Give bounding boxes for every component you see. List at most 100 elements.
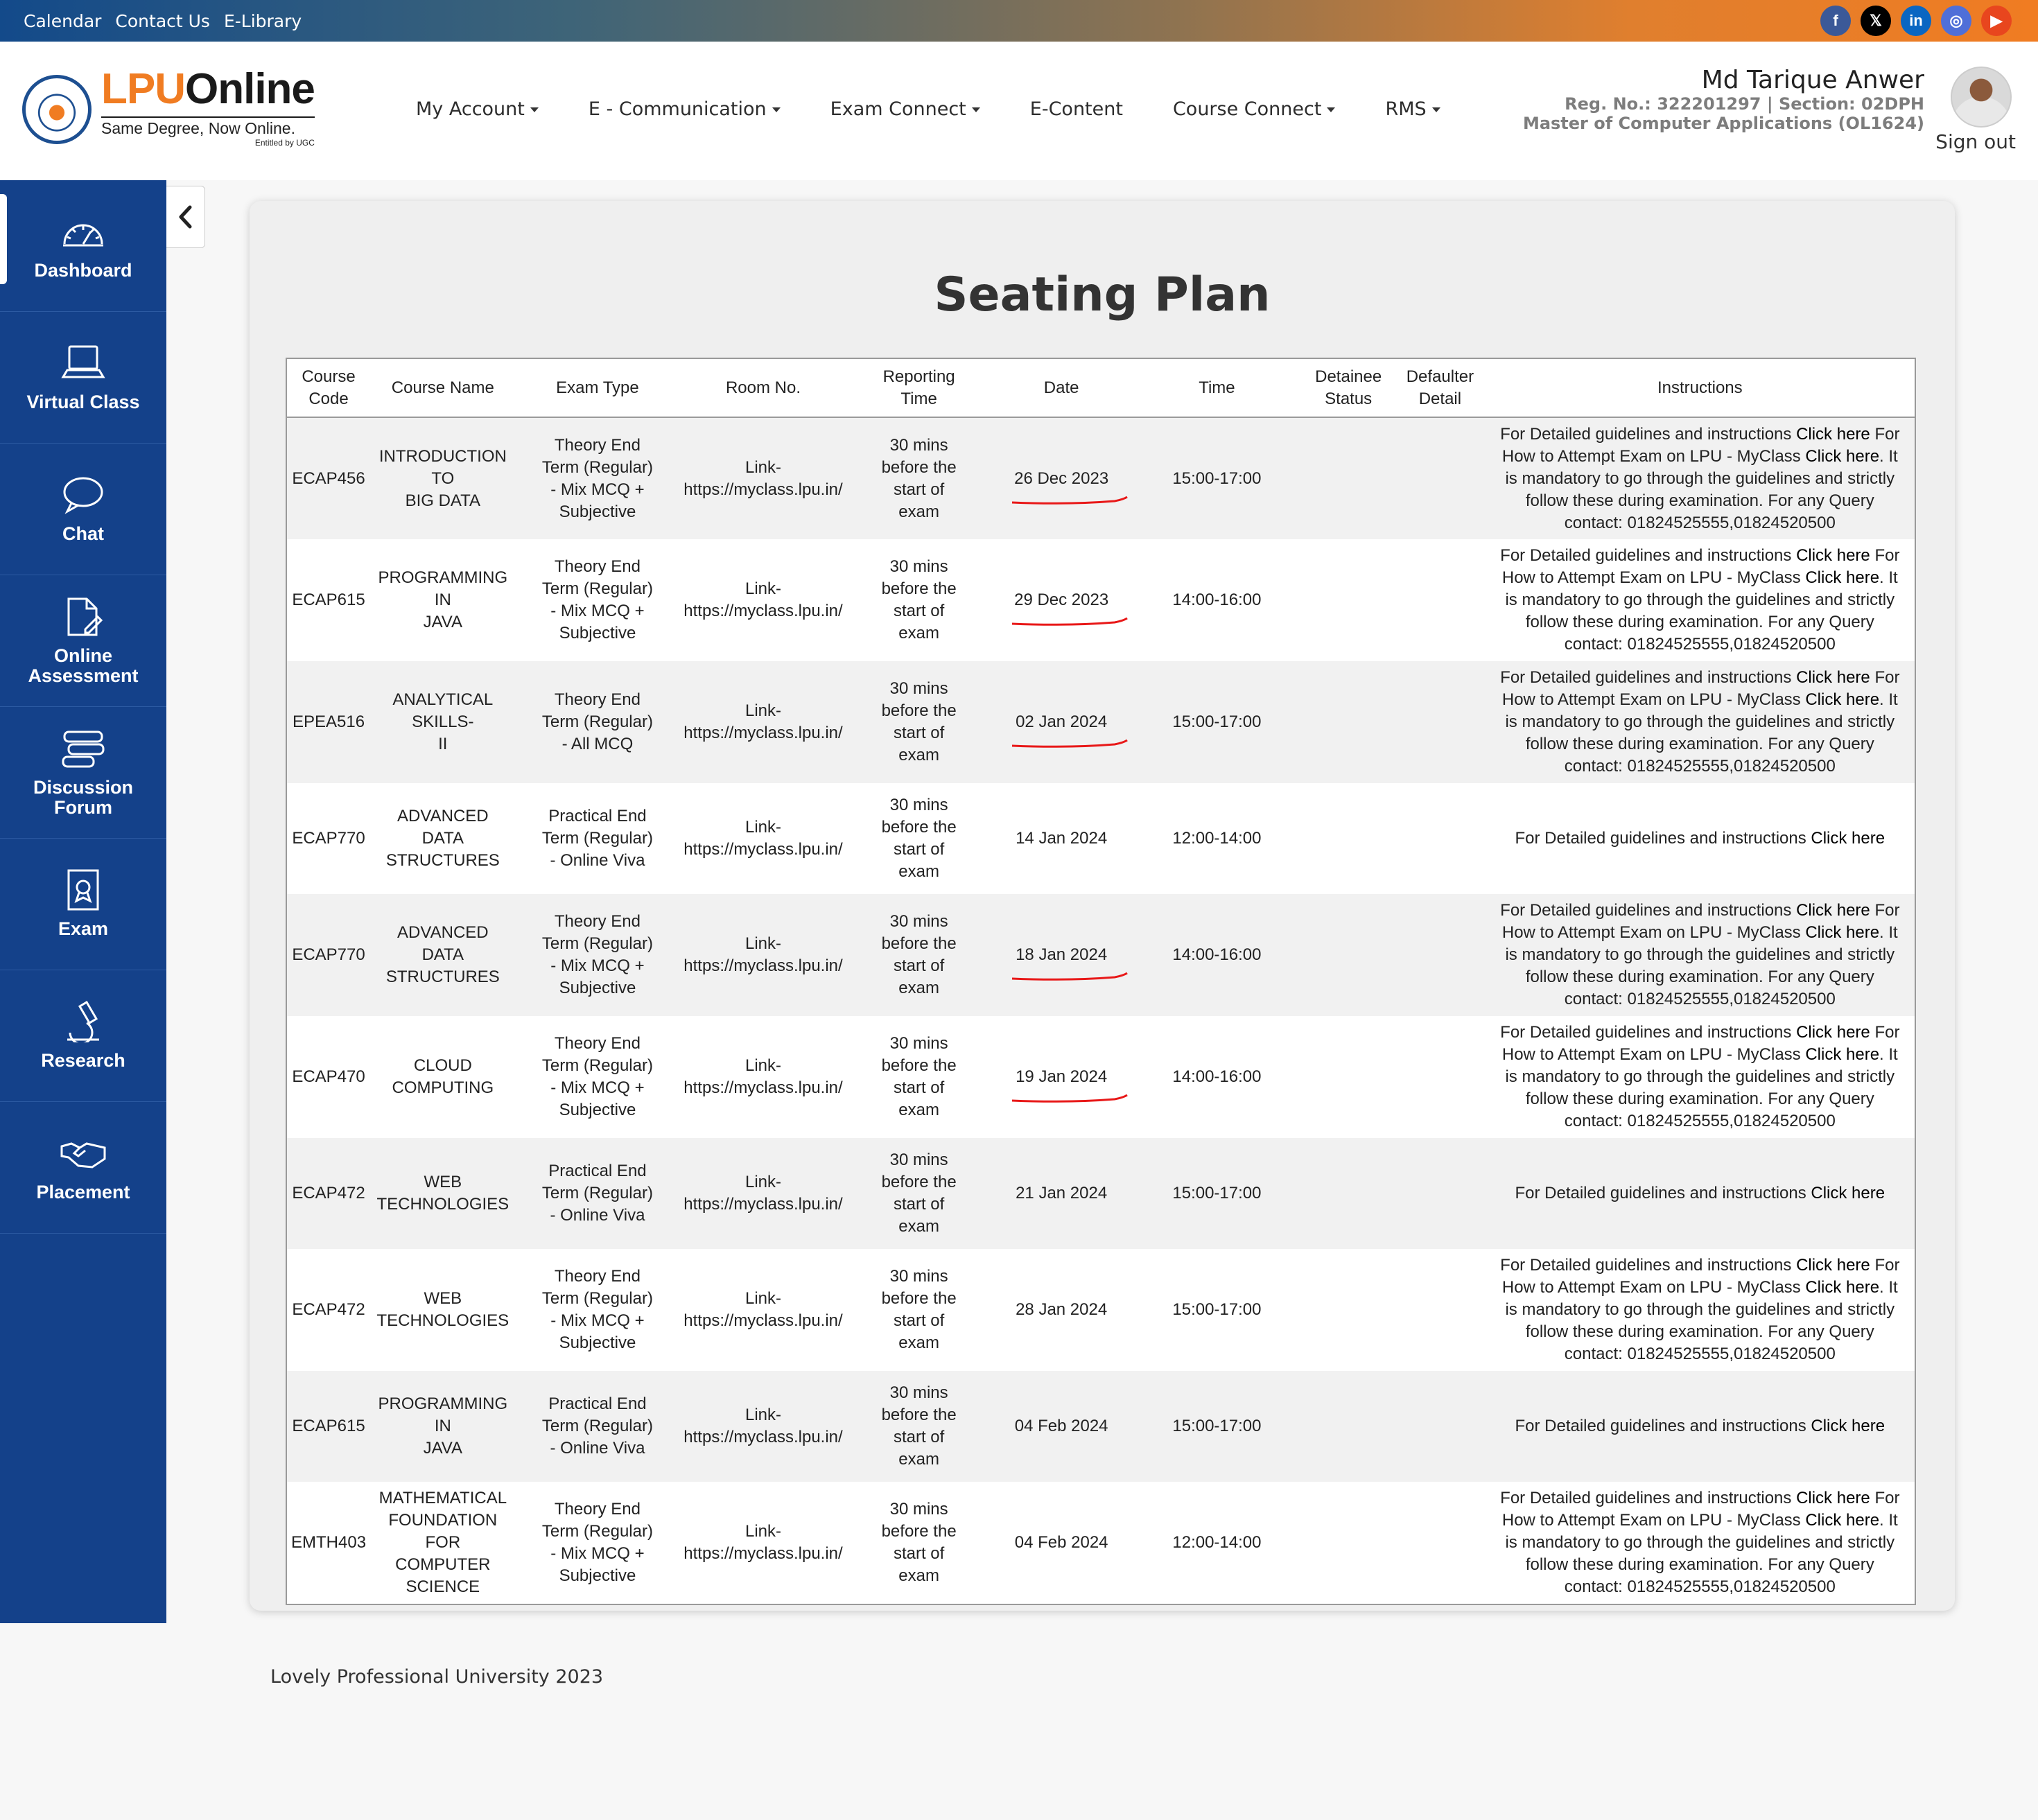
sidebar-item-placement[interactable]: Placement	[0, 1102, 166, 1234]
guidelines-click-here-link[interactable]: Click here	[1796, 546, 1870, 565]
user-name: Md Tarique Anwer	[1701, 66, 1924, 94]
nav-e-content[interactable]: E-Content	[1030, 98, 1123, 120]
lpu-online-logo[interactable]: LPUOnline Same Degree, Now Online. Entit…	[101, 68, 315, 148]
cell-instructions: For Detailed guidelines and instructions…	[1485, 1016, 1915, 1138]
cell-detainee	[1302, 894, 1395, 1016]
cell-time: 15:00-17:00	[1131, 1138, 1303, 1249]
cell-detainee	[1302, 1249, 1395, 1371]
instagram-icon[interactable]: ◎	[1941, 6, 1971, 36]
sidebar-item-research[interactable]: Research	[0, 970, 166, 1102]
guidelines-click-here-link[interactable]: Click here	[1796, 901, 1870, 920]
sidebar-item-online-assessment[interactable]: Online Assessment	[0, 575, 166, 707]
cell-date: 04 Feb 2024	[991, 1371, 1132, 1482]
cell-code: EMTH403	[287, 1482, 371, 1604]
nav-rms[interactable]: RMS	[1385, 98, 1440, 120]
guidelines-click-here-link[interactable]: Click here	[1796, 668, 1870, 687]
sidebar-item-chat[interactable]: Chat	[0, 444, 166, 575]
cell-type: Theory End Term (Regular) - Mix MCQ + Su…	[515, 894, 680, 1016]
sidebar-item-dashboard[interactable]: Dashboard	[0, 180, 166, 312]
column-header: Time	[1131, 359, 1303, 418]
cell-room[interactable]: Link- https://myclass.lpu.in/	[679, 783, 847, 894]
cell-reporting: 30 mins before the start of exam	[846, 1482, 991, 1604]
guidelines-click-here-link[interactable]: Click here	[1796, 1256, 1870, 1275]
user-info: Md Tarique Anwer Reg. No.: 322201297 | S…	[1523, 67, 1924, 134]
cell-instructions: For Detailed guidelines and instructions…	[1485, 1249, 1915, 1371]
attempt-click-here-link[interactable]: Click here	[1805, 690, 1879, 709]
lpu-seal-logo[interactable]	[22, 75, 92, 144]
calendar-link[interactable]: Calendar	[24, 11, 101, 31]
sidebar-item-discussion-forum[interactable]: Discussion Forum	[0, 707, 166, 839]
cell-date: 29 Dec 2023	[991, 539, 1132, 661]
cell-room[interactable]: Link- https://myclass.lpu.in/	[679, 417, 847, 539]
cell-room[interactable]: Link- https://myclass.lpu.in/	[679, 1249, 847, 1371]
cell-date: 26 Dec 2023	[991, 417, 1132, 539]
cell-name: WEB TECHNOLOGIES	[370, 1138, 516, 1249]
guidelines-click-here-link[interactable]: Click here	[1796, 1023, 1870, 1042]
cell-code: ECAP770	[287, 783, 371, 894]
nav-exam-connect[interactable]: Exam Connect	[830, 98, 980, 120]
guidelines-click-here-link[interactable]: Click here	[1811, 829, 1885, 848]
nav-label: E - Communication	[588, 98, 767, 120]
cell-room[interactable]: Link- https://myclass.lpu.in/	[679, 539, 847, 661]
cell-defaulter	[1395, 1016, 1486, 1138]
cell-reporting: 30 mins before the start of exam	[846, 1016, 991, 1138]
microscope-icon	[67, 1001, 99, 1043]
attempt-click-here-link[interactable]: Click here	[1805, 1278, 1879, 1297]
sidebar-item-virtual-class[interactable]: Virtual Class	[0, 312, 166, 444]
x-twitter-icon[interactable]: 𝕏	[1861, 6, 1891, 36]
cell-room[interactable]: Link- https://myclass.lpu.in/	[679, 1482, 847, 1604]
attempt-click-here-link[interactable]: Click here	[1805, 1045, 1879, 1064]
footer-copyright: Lovely Professional University 2023	[270, 1666, 604, 1688]
column-header: Defaulter Detail	[1395, 359, 1486, 418]
guidelines-text: For Detailed guidelines and instructions	[1515, 829, 1811, 848]
cell-room[interactable]: Link- https://myclass.lpu.in/	[679, 661, 847, 783]
cell-time: 14:00-16:00	[1131, 894, 1303, 1016]
table-row: ECAP472 WEB TECHNOLOGIES Theory End Term (…	[287, 1249, 1915, 1371]
collapse-sidebar-button[interactable]	[166, 186, 205, 248]
guidelines-click-here-link[interactable]: Click here	[1811, 1184, 1885, 1202]
sidebar-item-label: Chat	[62, 523, 104, 545]
cell-time: 14:00-16:00	[1131, 1016, 1303, 1138]
guidelines-click-here-link[interactable]: Click here	[1811, 1417, 1885, 1435]
nav-label: E-Content	[1029, 98, 1123, 120]
guidelines-click-here-link[interactable]: Click here	[1796, 1489, 1870, 1507]
logo-tagline: Same Degree, Now Online.	[101, 116, 315, 138]
avatar[interactable]	[1951, 67, 2012, 128]
cell-room[interactable]: Link- https://myclass.lpu.in/	[679, 1371, 847, 1482]
nav-my-account[interactable]: My Account	[416, 98, 539, 120]
e-library-link[interactable]: E-Library	[224, 11, 302, 31]
table-row: ECAP770 ADVANCED DATA STRUCTURES Practical…	[287, 783, 1915, 894]
guidelines-text: For Detailed guidelines and instructions	[1500, 1489, 1797, 1507]
seating-plan-card: Seating Plan Course Code Course Name Exam …	[250, 201, 1955, 1611]
facebook-icon[interactable]: f	[1820, 6, 1851, 36]
linkedin-icon[interactable]: in	[1901, 6, 1931, 36]
cell-reporting: 30 mins before the start of exam	[846, 417, 991, 539]
attempt-click-here-link[interactable]: Click here	[1805, 568, 1879, 587]
cell-room[interactable]: Link- https://myclass.lpu.in/	[679, 894, 847, 1016]
sidebar-item-label: Discussion Forum	[33, 777, 134, 818]
cell-instructions: For Detailed guidelines and instructions…	[1485, 417, 1915, 539]
cell-defaulter	[1395, 894, 1486, 1016]
guidelines-click-here-link[interactable]: Click here	[1796, 425, 1870, 444]
attempt-click-here-link[interactable]: Click here	[1805, 1511, 1879, 1530]
cell-room[interactable]: Link- https://myclass.lpu.in/	[679, 1138, 847, 1249]
cell-name: ADVANCED DATA STRUCTURES	[370, 894, 516, 1016]
attempt-click-here-link[interactable]: Click here	[1805, 447, 1879, 466]
cell-code: ECAP615	[287, 539, 371, 661]
caret-down-icon	[1327, 107, 1336, 112]
youtube-icon[interactable]: ▶	[1981, 6, 2012, 36]
attempt-click-here-link[interactable]: Click here	[1805, 923, 1879, 942]
nav-e-communication[interactable]: E - Communication	[589, 98, 781, 120]
guidelines-text: For Detailed guidelines and instructions	[1500, 1023, 1797, 1042]
cell-reporting: 30 mins before the start of exam	[846, 1138, 991, 1249]
cell-type: Theory End Term (Regular) - Mix MCQ + Su…	[515, 1482, 680, 1604]
sidebar-item-exam[interactable]: Exam	[0, 839, 166, 970]
cell-detainee	[1302, 1016, 1395, 1138]
contact-us-link[interactable]: Contact Us	[115, 11, 210, 31]
cell-room[interactable]: Link- https://myclass.lpu.in/	[679, 1016, 847, 1138]
top-strip: Calendar Contact Us E-Library f 𝕏in ◎ ▶	[0, 0, 2038, 42]
cell-defaulter	[1395, 1138, 1486, 1249]
cell-date: 19 Jan 2024	[991, 1016, 1132, 1138]
nav-course-connect[interactable]: Course Connect	[1173, 98, 1336, 120]
sign-out-link[interactable]: Sign out	[1935, 130, 2016, 153]
